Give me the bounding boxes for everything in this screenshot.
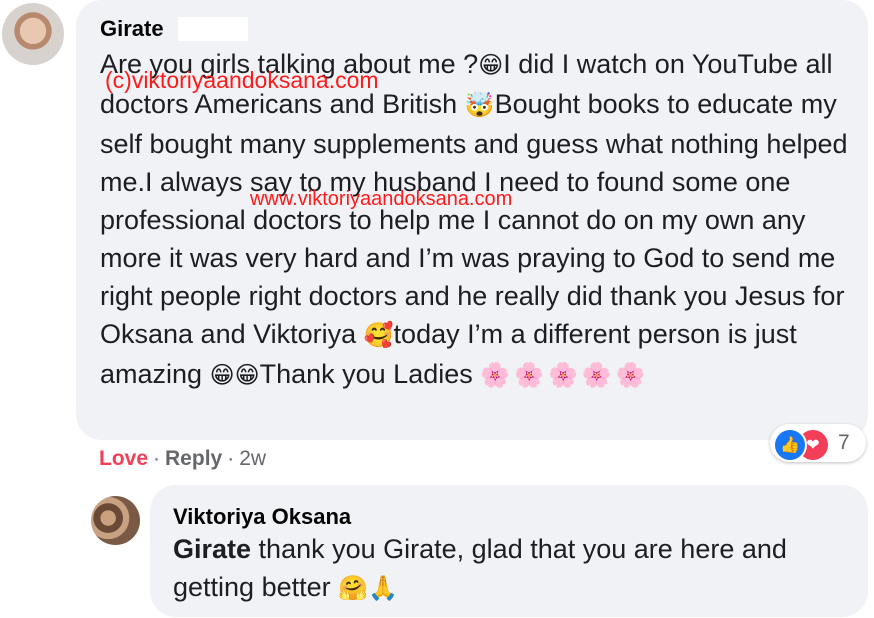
commenter-avatar[interactable] (2, 3, 64, 65)
comment-text: Are you girls talking about me ?😁I did I… (100, 45, 855, 395)
reply-text-part: thank you Girate, glad that you are here… (173, 534, 787, 602)
grin-emoji-icon: 😁 (478, 52, 504, 79)
love-reaction-button[interactable]: Love (99, 447, 148, 470)
reactions-summary[interactable]: 👍 ❤ 7 (770, 424, 866, 462)
hug-pray-emoji-icon: 🤗🙏 (338, 575, 398, 602)
redacted-surname (178, 17, 248, 41)
mention-link[interactable]: Girate (173, 534, 251, 564)
reaction-count: 7 (838, 431, 850, 454)
grin-emoji-icon: 😁😁 (209, 362, 260, 389)
reply-author-name[interactable]: Viktoriya Oksana (173, 504, 351, 530)
comment-text-part: Bought books to educate my self bought m… (100, 89, 848, 349)
watermark-url: www.viktoriyaandoksana.com (250, 188, 513, 210)
comment-author-name[interactable]: Girate (100, 16, 164, 42)
watermark-copyright: (c)viktoriyaandoksana.com (105, 67, 379, 93)
reply-author-avatar[interactable] (91, 496, 140, 545)
blossom-emoji-icon: 🌸🌸🌸🌸🌸 (480, 362, 650, 389)
action-separator: · (153, 447, 161, 470)
comment-text-part: Thank you Ladies (259, 359, 481, 389)
reply-text: Girate thank you Girate, glad that you a… (173, 530, 853, 608)
comment-actions: Love · Reply · 2w (99, 447, 266, 471)
action-separator: · (227, 447, 235, 470)
like-reaction-icon: 👍 (773, 428, 807, 462)
reply-button[interactable]: Reply (165, 447, 222, 470)
comment-timestamp[interactable]: 2w (239, 447, 266, 470)
smiling-hearts-emoji-icon: 🥰 (363, 322, 394, 349)
exploding-head-emoji-icon: 🤯 (464, 92, 495, 119)
